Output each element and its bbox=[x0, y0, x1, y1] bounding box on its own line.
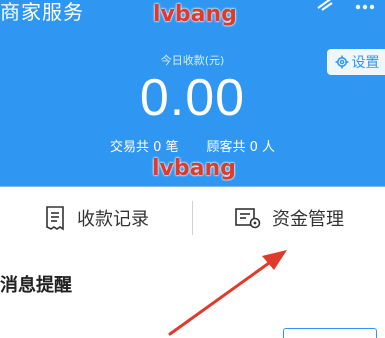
more-icon[interactable] bbox=[355, 0, 375, 14]
receipt-records-button[interactable]: 收款记录 bbox=[0, 187, 192, 248]
page-title: 商家服务 bbox=[0, 0, 84, 24]
header-actions bbox=[305, 0, 385, 18]
watermark-text: lvbang bbox=[152, 156, 236, 181]
customer-count: 顾客共 0 人 bbox=[206, 140, 276, 155]
notice-item-button[interactable] bbox=[283, 328, 377, 338]
fund-management-button[interactable]: 资金管理 bbox=[193, 187, 385, 248]
notice-section: 消息提醒 bbox=[0, 248, 385, 338]
fund-management-label: 资金管理 bbox=[272, 208, 344, 230]
today-income-label: 今日收款(元) bbox=[160, 54, 225, 67]
action-bar: 收款记录 资金管理 bbox=[0, 187, 385, 248]
receipt-records-label: 收款记录 bbox=[77, 208, 149, 230]
transaction-count: 交易共 0 笔 bbox=[109, 140, 179, 155]
watermark-text: lvbang bbox=[153, 2, 237, 27]
grid-icon[interactable] bbox=[316, 0, 334, 16]
summary-stats: 交易共 0 笔 顾客共 0 人 bbox=[0, 136, 385, 155]
fund-management-icon bbox=[235, 207, 261, 228]
app-screen: 商家服务 设置 今日收款(元) 0.00 交易共 0 笔 顾客共 0 人 收款记… bbox=[0, 0, 385, 338]
today-income-amount: 0.00 bbox=[139, 69, 246, 127]
receipt-icon bbox=[46, 205, 64, 230]
notice-title: 消息提醒 bbox=[0, 275, 72, 296]
